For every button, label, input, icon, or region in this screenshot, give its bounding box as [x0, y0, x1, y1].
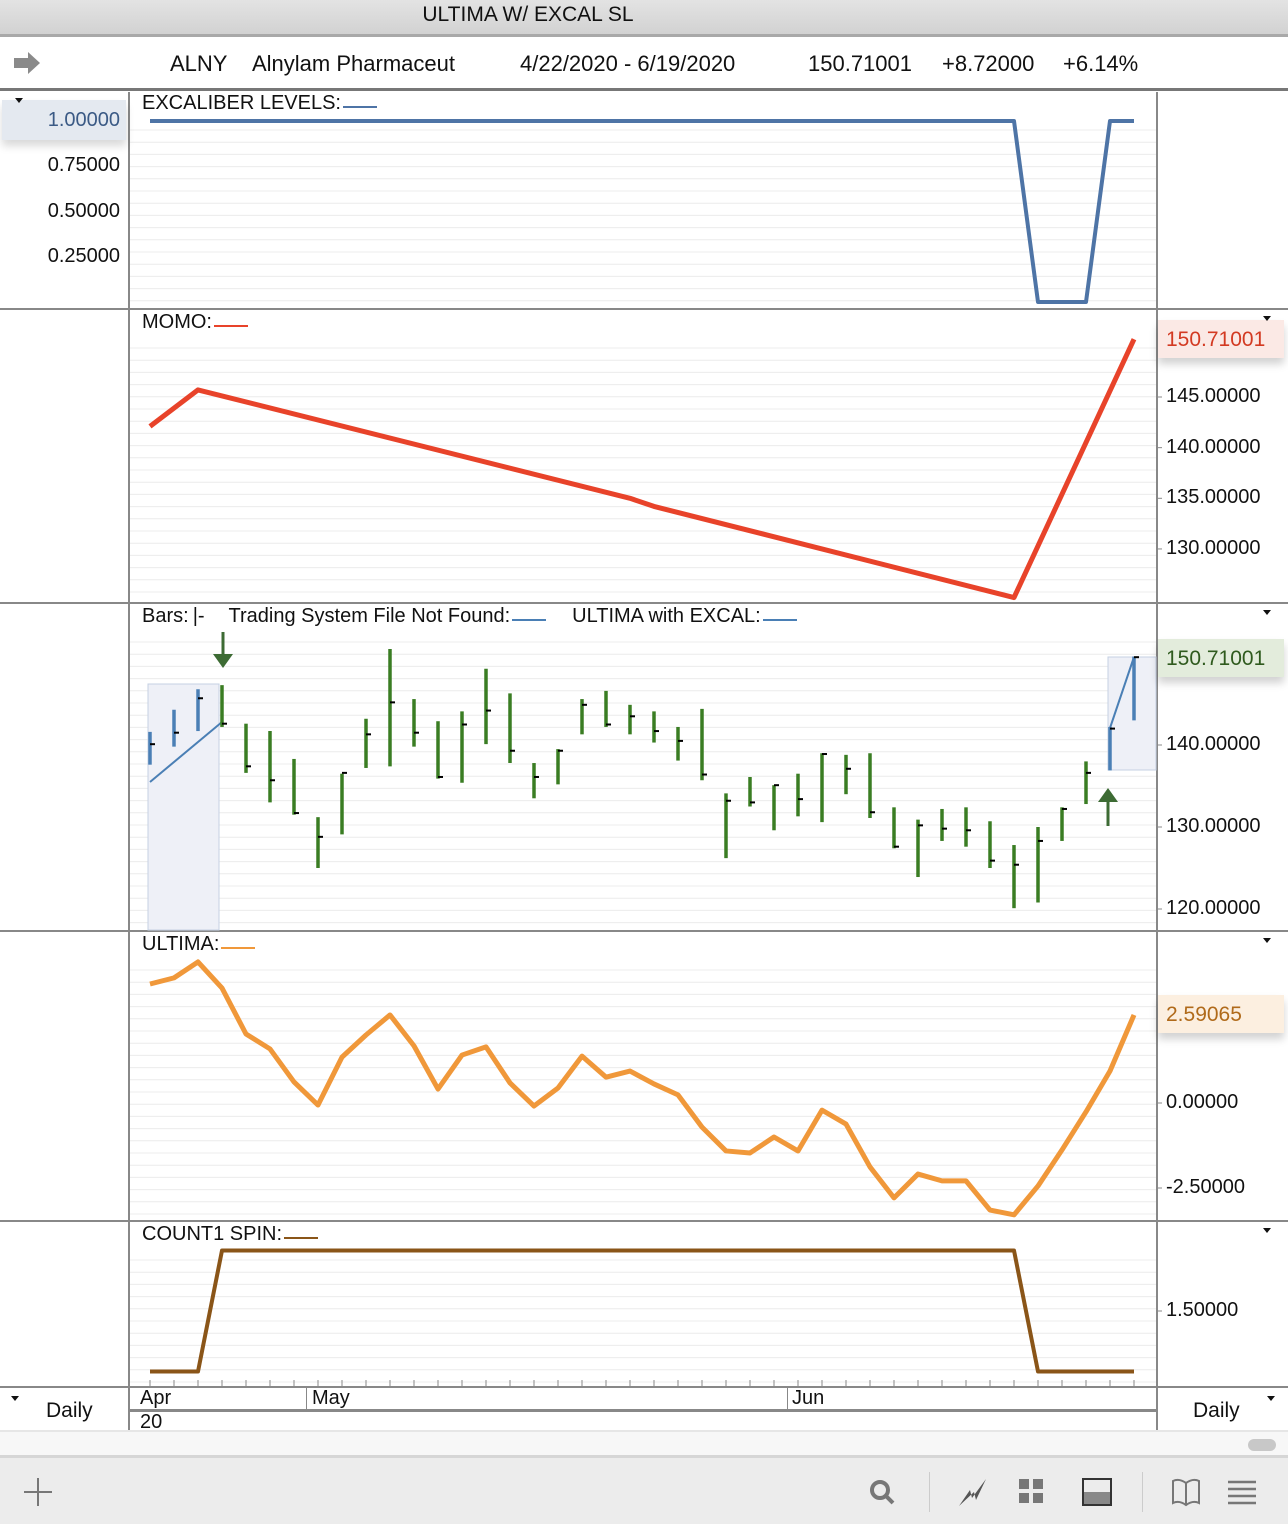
momo-menu-dropdown[interactable]	[1263, 316, 1271, 321]
scrollbar-thumb[interactable]	[1248, 1439, 1276, 1451]
bars-axis-label: 140.00000	[1166, 733, 1261, 755]
chart-line-icon[interactable]	[956, 1476, 988, 1508]
ultima-legend-swatch	[221, 933, 256, 949]
month-year-divider	[130, 1409, 1156, 1412]
momo-axis-label: 140.00000	[1166, 435, 1261, 458]
count-axis-label: 1.50000	[1166, 1299, 1239, 1321]
period-label: Daily	[46, 1399, 93, 1422]
toolbar-separator	[929, 1472, 930, 1512]
month-label: Jun	[792, 1387, 825, 1409]
panel-layout-icon[interactable]	[1081, 1476, 1113, 1508]
excal-axis-label: 0.25000	[47, 244, 120, 267]
chevron-down-icon	[11, 1396, 19, 1401]
search-icon[interactable]	[866, 1476, 898, 1508]
count-spin-line	[150, 1248, 1134, 1374]
momo-axis-label: 145.00000	[1166, 385, 1261, 407]
momo-title-text: MOMO:	[142, 311, 212, 333]
bars-last-value: 150.71001	[1158, 639, 1284, 677]
momo-axis-label: 135.00000	[1166, 486, 1261, 509]
ultima-menu-dropdown[interactable]	[1263, 938, 1271, 943]
highlight-region	[147, 683, 220, 931]
trading-system-label: Trading System File Not Found:	[228, 605, 511, 627]
count-menu-dropdown[interactable]	[1263, 1228, 1271, 1233]
month-label: Apr	[140, 1387, 172, 1409]
momo-panel-title[interactable]: MOMO:	[142, 311, 248, 334]
excal-title-text: EXCALIBER LEVELS:	[142, 92, 341, 114]
excal-panel-title[interactable]: EXCALIBER LEVELS:	[142, 92, 377, 115]
bars-panel-title[interactable]: Bars: |- Trading System File Not Found: ULT…	[142, 605, 797, 628]
ultima-excal-label: ULTIMA with EXCAL:	[572, 605, 761, 627]
toolbar-separator	[1142, 1472, 1143, 1512]
ultima-axis-label: 0.00000	[1166, 1091, 1239, 1113]
ultima-title-text: ULTIMA:	[142, 933, 220, 955]
ultima-excal-legend-swatch	[762, 605, 797, 621]
system-legend-swatch	[512, 605, 547, 621]
momo-legend-swatch	[214, 311, 248, 327]
period-selector-left[interactable]: Daily	[0, 1388, 128, 1430]
bars-menu-dropdown[interactable]	[1263, 610, 1271, 615]
ultima-panel-title[interactable]: ULTIMA:	[142, 933, 256, 956]
count-panel-title[interactable]: COUNT1 SPIN:	[142, 1223, 319, 1246]
bars-axis-label: 120.00000	[1166, 897, 1261, 919]
menu-icon[interactable]	[1226, 1476, 1258, 1508]
momo-last-value: 150.71001	[1158, 320, 1284, 358]
count-title-text: COUNT1 SPIN:	[142, 1223, 283, 1245]
month-separator	[787, 1388, 788, 1409]
ultima-axis-label: -2.50000	[1166, 1176, 1245, 1198]
excal-axis-label: 0.75000	[47, 154, 120, 177]
month-label: May	[312, 1387, 350, 1409]
excal-line	[150, 119, 1134, 304]
bar-style-swatch: |-	[192, 605, 205, 627]
add-icon[interactable]	[22, 1476, 54, 1508]
excal-axis-label: 0.50000	[47, 199, 120, 222]
bars-title-text: Bars:	[142, 605, 189, 627]
book-icon[interactable]	[1170, 1476, 1202, 1508]
buy-arrow-icon	[1098, 788, 1118, 802]
bars-axis-label: 130.00000	[1166, 815, 1261, 837]
month-separator	[306, 1388, 307, 1409]
horizontal-scrollbar[interactable]	[0, 1430, 1288, 1455]
chevron-down-icon	[1267, 1396, 1275, 1401]
excal-menu-dropdown[interactable]	[15, 98, 23, 103]
ultima-last-value: 2.59065	[1158, 995, 1284, 1033]
momo-axis-label: 130.00000	[1166, 536, 1261, 559]
momo-line	[148, 338, 1137, 601]
excal-legend-swatch	[342, 92, 377, 108]
grid-layout-icon[interactable]	[1016, 1476, 1048, 1508]
count-legend-swatch	[284, 1223, 319, 1239]
period-label: Daily	[1193, 1399, 1240, 1422]
chart-canvas[interactable]	[0, 0, 1288, 1430]
excal-axis-label: 1.00000	[47, 109, 120, 131]
period-selector-right[interactable]: Daily	[1158, 1388, 1288, 1430]
bottom-toolbar	[0, 1455, 1288, 1524]
